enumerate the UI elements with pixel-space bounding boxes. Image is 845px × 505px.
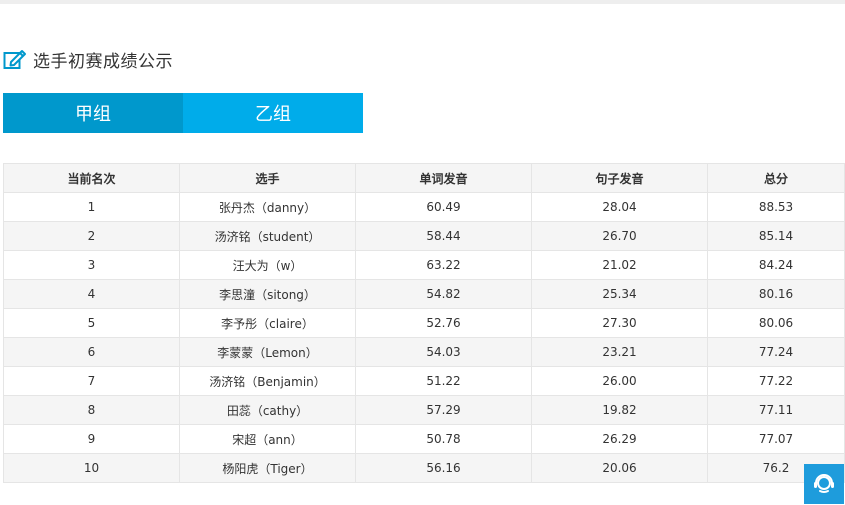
total-score-cell: 77.07: [707, 424, 845, 454]
player-cell: 李予彤（claire）: [179, 308, 356, 338]
word-score-cell: 63.22: [355, 250, 532, 280]
sentence-score-cell: 27.30: [531, 308, 708, 338]
header-rank: 当前名次: [3, 163, 180, 193]
table-row: 10 杨阳虎（Tiger） 56.16 20.06 76.2: [3, 453, 845, 483]
rank-cell: 10: [3, 453, 180, 483]
tab-label: 乙组: [255, 104, 291, 125]
total-score-cell: 80.06: [707, 308, 845, 338]
sentence-score-cell: 20.06: [531, 453, 708, 483]
word-score-cell: 54.03: [355, 337, 532, 367]
word-score-cell: 57.29: [355, 395, 532, 425]
total-score-cell: 85.14: [707, 221, 845, 251]
rank-cell: 7: [3, 366, 180, 396]
sentence-score-cell: 21.02: [531, 250, 708, 280]
word-score-cell: 60.49: [355, 192, 532, 222]
edit-icon: [3, 47, 27, 71]
sentence-score-cell: 19.82: [531, 395, 708, 425]
table-header-row: 当前名次 选手 单词发音 句子发音 总分: [3, 163, 845, 193]
section-header: 选手初赛成绩公示: [3, 46, 173, 72]
rank-cell: 3: [3, 250, 180, 280]
player-cell: 田蕊（cathy）: [179, 395, 356, 425]
total-score-cell: 77.24: [707, 337, 845, 367]
table-row: 7 汤济铭（Benjamin） 51.22 26.00 77.22: [3, 366, 845, 396]
table-row: 3 汪大为（w） 63.22 21.02 84.24: [3, 250, 845, 280]
player-cell: 杨阳虎（Tiger）: [179, 453, 356, 483]
table-row: 6 李蒙蒙（Lemon） 54.03 23.21 77.24: [3, 337, 845, 367]
word-score-cell: 58.44: [355, 221, 532, 251]
player-cell: 汪大为（w）: [179, 250, 356, 280]
rank-cell: 1: [3, 192, 180, 222]
player-cell: 汤济铭（student）: [179, 221, 356, 251]
top-divider: [0, 0, 845, 4]
player-cell: 李蒙蒙（Lemon）: [179, 337, 356, 367]
word-score-cell: 52.76: [355, 308, 532, 338]
table-row: 2 汤济铭（student） 58.44 26.70 85.14: [3, 221, 845, 251]
scores-table: 当前名次 选手 单词发音 句子发音 总分 1 张丹杰（danny） 60.49 …: [3, 163, 845, 483]
tab-label: 甲组: [75, 104, 111, 125]
section-title: 选手初赛成绩公示: [33, 51, 173, 72]
sentence-score-cell: 26.70: [531, 221, 708, 251]
table-row: 1 张丹杰（danny） 60.49 28.04 88.53: [3, 192, 845, 222]
sentence-score-cell: 23.21: [531, 337, 708, 367]
total-score-cell: 88.53: [707, 192, 845, 222]
player-cell: 汤济铭（Benjamin）: [179, 366, 356, 396]
header-player: 选手: [179, 163, 356, 193]
word-score-cell: 51.22: [355, 366, 532, 396]
player-cell: 宋超（ann）: [179, 424, 356, 454]
word-score-cell: 56.16: [355, 453, 532, 483]
player-cell: 李思潼（sitong）: [179, 279, 356, 309]
rank-cell: 4: [3, 279, 180, 309]
total-score-cell: 77.22: [707, 366, 845, 396]
table-row: 5 李予彤（claire） 52.76 27.30 80.06: [3, 308, 845, 338]
rank-cell: 8: [3, 395, 180, 425]
sentence-score-cell: 26.29: [531, 424, 708, 454]
group-tabs: 甲组 乙组: [3, 93, 363, 133]
total-score-cell: 77.11: [707, 395, 845, 425]
table-row: 4 李思潼（sitong） 54.82 25.34 80.16: [3, 279, 845, 309]
tab-group-b[interactable]: 乙组: [183, 93, 363, 133]
sentence-score-cell: 26.00: [531, 366, 708, 396]
customer-service-button[interactable]: [804, 464, 844, 504]
header-sentence-pronunciation: 句子发音: [531, 163, 708, 193]
customer-service-icon: [811, 469, 837, 499]
sentence-score-cell: 28.04: [531, 192, 708, 222]
total-score-cell: 80.16: [707, 279, 845, 309]
word-score-cell: 54.82: [355, 279, 532, 309]
sentence-score-cell: 25.34: [531, 279, 708, 309]
table-row: 8 田蕊（cathy） 57.29 19.82 77.11: [3, 395, 845, 425]
word-score-cell: 50.78: [355, 424, 532, 454]
rank-cell: 5: [3, 308, 180, 338]
rank-cell: 9: [3, 424, 180, 454]
tab-group-a[interactable]: 甲组: [3, 93, 183, 133]
table-row: 9 宋超（ann） 50.78 26.29 77.07: [3, 424, 845, 454]
rank-cell: 2: [3, 221, 180, 251]
header-total: 总分: [707, 163, 845, 193]
header-word-pronunciation: 单词发音: [355, 163, 532, 193]
player-cell: 张丹杰（danny）: [179, 192, 356, 222]
total-score-cell: 84.24: [707, 250, 845, 280]
rank-cell: 6: [3, 337, 180, 367]
